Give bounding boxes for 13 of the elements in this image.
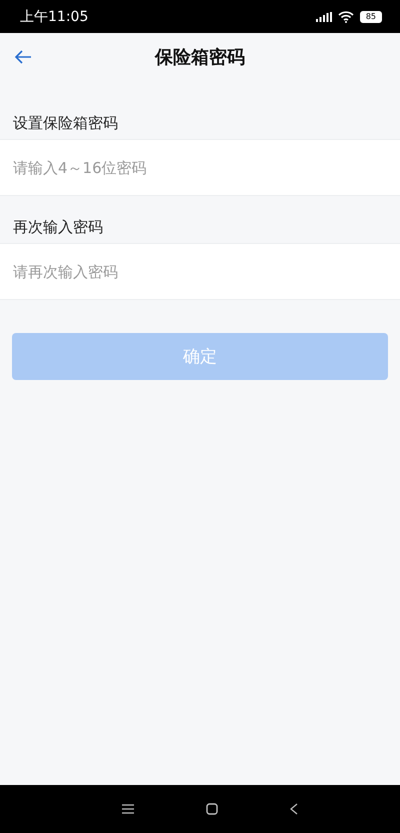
menu-icon[interactable]: [122, 804, 134, 814]
field-label: 再次输入密码: [12, 217, 104, 238]
password-field[interactable]: 请输入4～16位密码: [0, 139, 400, 196]
back-icon[interactable]: [290, 803, 298, 815]
status-time: 上午11:05: [20, 8, 88, 26]
signal-icon: [316, 12, 332, 22]
wifi-icon: [338, 10, 354, 22]
page-title: 保险箱密码: [155, 46, 245, 68]
password-field[interactable]: 请再次输入密码: [0, 243, 400, 300]
field-label: 设置保险箱密码: [12, 113, 119, 134]
battery-indicator: 85: [360, 10, 382, 22]
back-arrow-icon[interactable]: [14, 50, 32, 64]
home-icon[interactable]: [206, 803, 218, 815]
